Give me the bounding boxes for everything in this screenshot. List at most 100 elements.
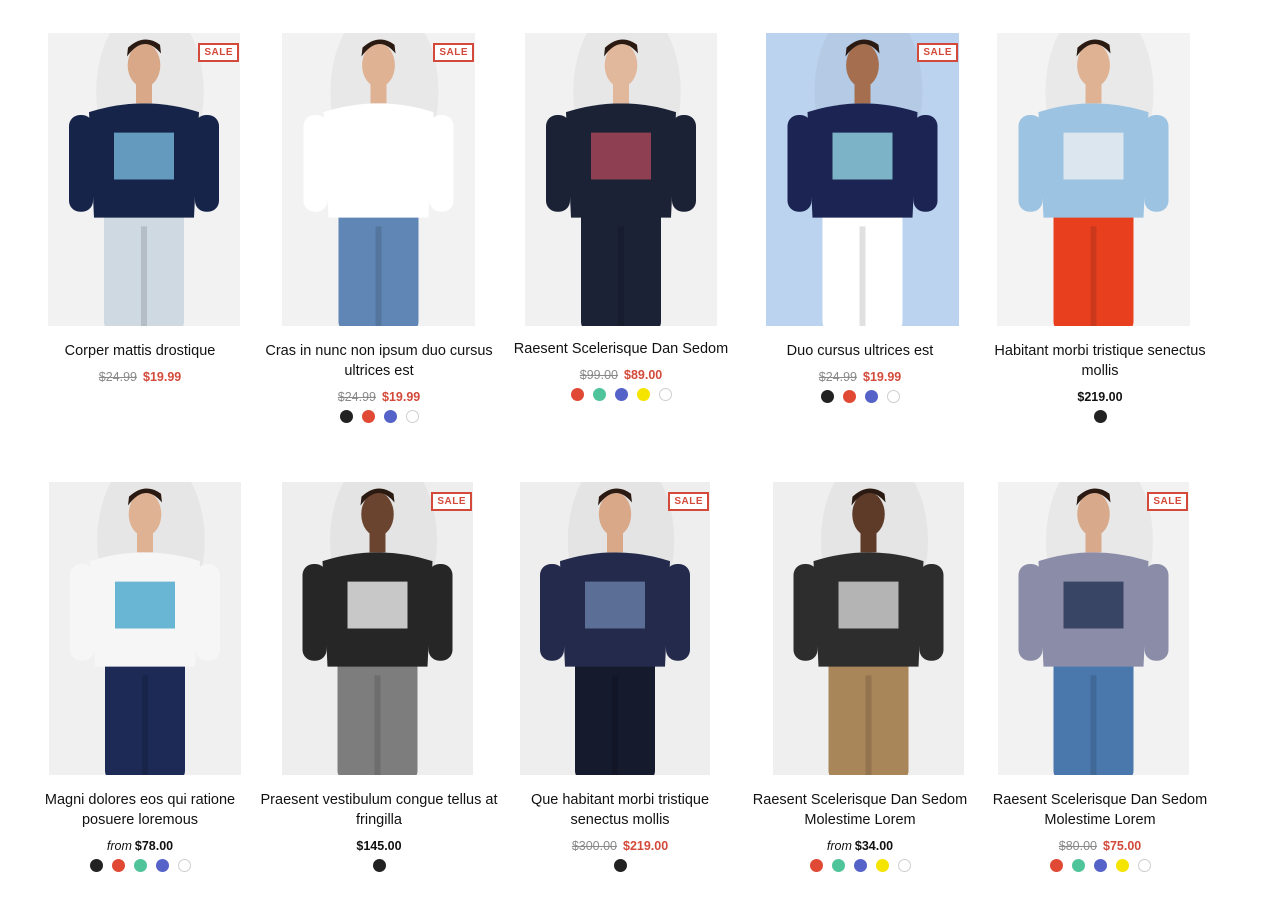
sale-badge: SALE bbox=[917, 43, 958, 62]
original-price: $24.99 bbox=[337, 390, 376, 404]
product-image[interactable]: SALE bbox=[282, 482, 473, 775]
product-photo-icon bbox=[520, 482, 710, 775]
product-title[interactable]: Raesent Scelerisque Dan Sedom Molestime … bbox=[740, 790, 980, 830]
product-image[interactable] bbox=[525, 33, 717, 326]
product-price: $80.00 $75.00 bbox=[980, 839, 1220, 853]
original-price: $300.00 bbox=[571, 839, 617, 853]
swatch-black[interactable] bbox=[372, 859, 386, 872]
sale-badge: SALE bbox=[668, 492, 709, 511]
current-price: $219.00 bbox=[1077, 390, 1123, 404]
product-price: $300.00 $219.00 bbox=[500, 839, 740, 853]
sale-price: $75.00 bbox=[1103, 839, 1142, 853]
swatch-white[interactable] bbox=[405, 410, 419, 423]
product-title[interactable]: Raesent Scelerisque Dan Sedom Molestime … bbox=[980, 790, 1220, 830]
swatch-yellow[interactable] bbox=[1115, 859, 1129, 872]
swatch-blue[interactable] bbox=[864, 390, 878, 403]
current-price: $145.00 bbox=[356, 839, 402, 853]
swatch-black[interactable] bbox=[339, 410, 353, 423]
product-title[interactable]: Corper mattis drostique bbox=[20, 341, 260, 361]
color-swatches bbox=[740, 390, 980, 403]
color-swatches bbox=[501, 388, 741, 401]
sale-badge: SALE bbox=[1147, 492, 1188, 511]
product-image[interactable]: SALE bbox=[520, 482, 710, 775]
color-swatches bbox=[20, 859, 260, 872]
swatch-yellow[interactable] bbox=[636, 388, 650, 401]
swatch-blue[interactable] bbox=[383, 410, 397, 423]
product-price: $24.99 $19.99 bbox=[20, 370, 260, 384]
product-price: $24.99 $19.99 bbox=[259, 390, 499, 404]
product-title[interactable]: Que habitant morbi tristique senectus mo… bbox=[500, 790, 740, 830]
current-price: $34.00 bbox=[854, 839, 894, 853]
swatch-black[interactable] bbox=[89, 859, 103, 872]
product-price: $24.99 $19.99 bbox=[740, 370, 980, 384]
product-image[interactable]: SALE bbox=[48, 33, 240, 326]
swatch-white[interactable] bbox=[886, 390, 900, 403]
sale-badge: SALE bbox=[433, 43, 474, 62]
product-price: from $34.00 bbox=[740, 839, 980, 853]
product-photo-icon bbox=[997, 33, 1190, 326]
swatch-red[interactable] bbox=[570, 388, 584, 401]
product-image[interactable]: SALE bbox=[282, 33, 475, 326]
swatch-green[interactable] bbox=[592, 388, 606, 401]
swatch-green[interactable] bbox=[133, 859, 147, 872]
from-label: from bbox=[106, 839, 132, 853]
color-swatches bbox=[259, 859, 499, 872]
swatch-red[interactable] bbox=[111, 859, 125, 872]
color-swatches bbox=[980, 859, 1220, 872]
product-title[interactable]: Cras in nunc non ipsum duo cursus ultric… bbox=[259, 341, 499, 381]
swatch-blue[interactable] bbox=[1093, 859, 1107, 872]
sale-price: $19.99 bbox=[863, 370, 902, 384]
swatch-green[interactable] bbox=[1071, 859, 1085, 872]
swatch-yellow[interactable] bbox=[875, 859, 889, 872]
product-title[interactable]: Duo cursus ultrices est bbox=[740, 341, 980, 361]
swatch-red[interactable] bbox=[1049, 859, 1063, 872]
original-price: $80.00 bbox=[1058, 839, 1097, 853]
swatch-red[interactable] bbox=[842, 390, 856, 403]
sale-price: $89.00 bbox=[624, 368, 663, 382]
product-photo-icon bbox=[998, 482, 1189, 775]
from-label: from bbox=[826, 839, 852, 853]
product-price: $145.00 bbox=[259, 839, 499, 853]
product-image[interactable]: SALE bbox=[766, 33, 959, 326]
original-price: $24.99 bbox=[98, 370, 137, 384]
color-swatches bbox=[500, 859, 740, 872]
product-price: from $78.00 bbox=[20, 839, 260, 853]
swatch-blue[interactable] bbox=[155, 859, 169, 872]
swatch-green[interactable] bbox=[831, 859, 845, 872]
current-price: $78.00 bbox=[134, 839, 174, 853]
product-title[interactable]: Raesent Scelerisque Dan Sedom bbox=[501, 339, 741, 359]
color-swatches bbox=[740, 859, 980, 872]
product-image[interactable] bbox=[997, 33, 1190, 326]
sale-badge: SALE bbox=[431, 492, 472, 511]
color-swatches bbox=[259, 410, 499, 423]
swatch-black[interactable] bbox=[613, 859, 627, 872]
product-image[interactable] bbox=[49, 482, 241, 775]
swatch-white[interactable] bbox=[177, 859, 191, 872]
product-photo-icon bbox=[525, 33, 717, 326]
swatch-black[interactable] bbox=[1093, 410, 1107, 423]
product-title[interactable]: Habitant morbi tristique senectus mollis bbox=[980, 341, 1220, 381]
swatch-white[interactable] bbox=[1137, 859, 1151, 872]
product-photo-icon bbox=[282, 33, 475, 326]
swatch-black[interactable] bbox=[820, 390, 834, 403]
sale-badge: SALE bbox=[198, 43, 239, 62]
sale-price: $19.99 bbox=[382, 390, 421, 404]
swatch-white[interactable] bbox=[897, 859, 911, 872]
sale-price: $19.99 bbox=[143, 370, 182, 384]
product-price: $99.00 $89.00 bbox=[501, 368, 741, 382]
product-photo-icon bbox=[49, 482, 241, 775]
product-image[interactable]: SALE bbox=[998, 482, 1189, 775]
product-photo-icon bbox=[773, 482, 964, 775]
product-photo-icon bbox=[282, 482, 473, 775]
product-price: $219.00 bbox=[980, 390, 1220, 404]
swatch-blue[interactable] bbox=[614, 388, 628, 401]
swatch-white[interactable] bbox=[658, 388, 672, 401]
product-title[interactable]: Magni dolores eos qui ratione posuere lo… bbox=[20, 790, 260, 830]
product-title[interactable]: Praesent vestibulum congue tellus at fri… bbox=[259, 790, 499, 830]
swatch-red[interactable] bbox=[809, 859, 823, 872]
product-image[interactable] bbox=[773, 482, 964, 775]
original-price: $99.00 bbox=[579, 368, 618, 382]
swatch-blue[interactable] bbox=[853, 859, 867, 872]
product-photo-icon bbox=[766, 33, 959, 326]
swatch-red[interactable] bbox=[361, 410, 375, 423]
